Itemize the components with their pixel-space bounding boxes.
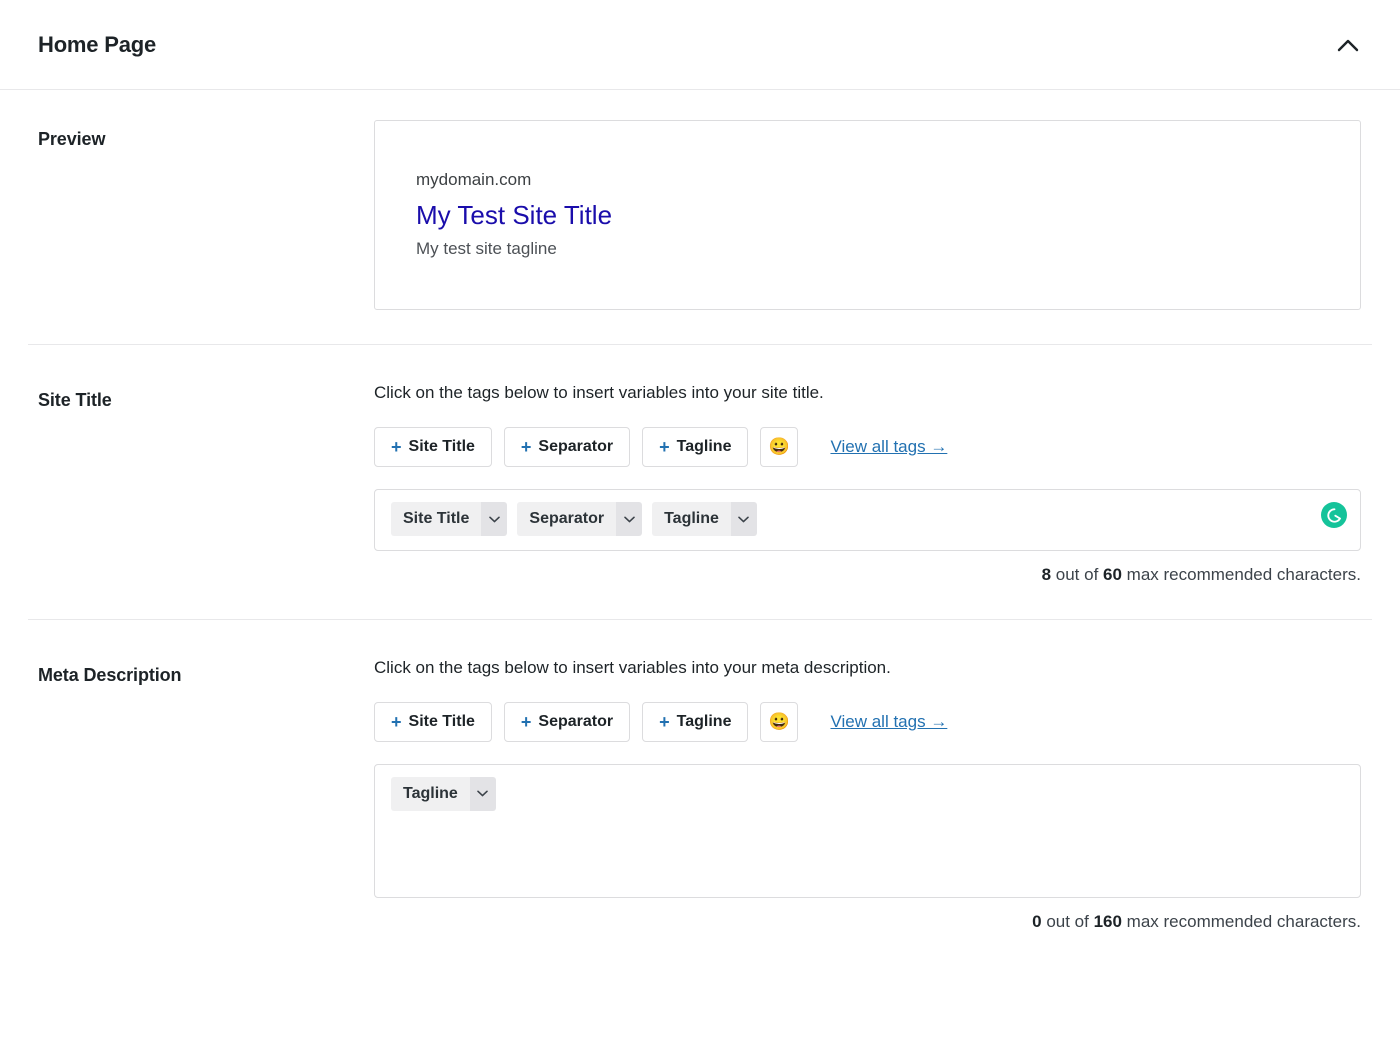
char-count-max: 160: [1094, 912, 1122, 931]
char-count-suffix: max recommended characters.: [1122, 912, 1361, 931]
char-count-max: 60: [1103, 565, 1122, 584]
tag-button-label: Site Title: [409, 438, 475, 456]
char-count-current: 0: [1032, 912, 1041, 931]
chevron-down-icon[interactable]: [731, 502, 757, 536]
page-title: Home Page: [38, 32, 156, 58]
chevron-down-icon[interactable]: [481, 502, 507, 536]
preview-label: Preview: [38, 129, 374, 150]
meta-description-input[interactable]: Tagline: [374, 764, 1361, 898]
insert-tagline-tag-button[interactable]: + Tagline: [642, 702, 748, 742]
grinning-face-emoji-icon[interactable]: 😀: [760, 702, 798, 742]
preview-title[interactable]: My Test Site Title: [416, 199, 1320, 232]
chip-tagline[interactable]: Tagline: [652, 502, 757, 536]
plus-icon: +: [521, 438, 532, 456]
tag-button-label: Separator: [538, 713, 613, 731]
chip-separator[interactable]: Separator: [517, 502, 642, 536]
plus-icon: +: [659, 438, 670, 456]
meta-description-label-column: Meta Description: [28, 656, 374, 932]
meta-description-section: Meta Description Click on the tags below…: [0, 620, 1400, 966]
site-title-label-column: Site Title: [28, 381, 374, 585]
plus-icon: +: [521, 713, 532, 731]
chevron-up-icon: [1337, 38, 1359, 52]
preview-content: mydomain.com My Test Site Title My test …: [374, 120, 1372, 310]
site-title-section: Site Title Click on the tags below to in…: [0, 345, 1400, 619]
collapse-panel-button[interactable]: [1328, 25, 1368, 65]
insert-site-title-tag-button[interactable]: + Site Title: [374, 702, 492, 742]
insert-separator-tag-button[interactable]: + Separator: [504, 702, 630, 742]
plus-icon: +: [391, 713, 402, 731]
meta-description-hint: Click on the tags below to insert variab…: [374, 656, 1372, 680]
preview-description: My test site tagline: [416, 237, 1320, 261]
chip-tagline[interactable]: Tagline: [391, 777, 496, 811]
char-count-current: 8: [1042, 565, 1051, 584]
emoji-glyph: 😀: [769, 712, 790, 732]
site-title-tag-buttons: + Site Title + Separator + Tagline 😀 Vie…: [374, 427, 1372, 467]
view-all-tags-link[interactable]: View all tags →: [830, 437, 947, 457]
site-title-hint: Click on the tags below to insert variab…: [374, 381, 1372, 405]
chevron-down-icon[interactable]: [470, 777, 496, 811]
chip-label: Separator: [517, 502, 616, 536]
view-all-tags-link[interactable]: View all tags →: [830, 712, 947, 732]
tag-button-label: Tagline: [677, 438, 732, 456]
preview-url: mydomain.com: [416, 169, 1320, 192]
tag-button-label: Tagline: [677, 713, 732, 731]
chip-label: Tagline: [391, 777, 470, 811]
plus-icon: +: [659, 713, 670, 731]
panel-header: Home Page: [0, 0, 1400, 90]
site-title-input[interactable]: Site Title Separator: [374, 489, 1361, 551]
site-title-char-counter: 8 out of 60 max recommended characters.: [374, 565, 1361, 585]
plus-icon: +: [391, 438, 402, 456]
insert-separator-tag-button[interactable]: + Separator: [504, 427, 630, 467]
char-count-mid: out of: [1051, 565, 1103, 584]
meta-description-content: Click on the tags below to insert variab…: [374, 656, 1372, 932]
chip-site-title[interactable]: Site Title: [391, 502, 507, 536]
meta-description-tag-buttons: + Site Title + Separator + Tagline 😀 Vie…: [374, 702, 1372, 742]
insert-tagline-tag-button[interactable]: + Tagline: [642, 427, 748, 467]
insert-site-title-tag-button[interactable]: + Site Title: [374, 427, 492, 467]
tag-button-label: Site Title: [409, 713, 475, 731]
chip-label: Site Title: [391, 502, 481, 536]
meta-description-char-counter: 0 out of 160 max recommended characters.: [374, 912, 1361, 932]
site-title-label: Site Title: [38, 390, 374, 411]
chevron-down-icon[interactable]: [616, 502, 642, 536]
meta-description-label: Meta Description: [38, 665, 374, 686]
preview-label-column: Preview: [28, 120, 374, 310]
char-count-suffix: max recommended characters.: [1122, 565, 1361, 584]
site-title-content: Click on the tags below to insert variab…: [374, 381, 1372, 585]
tag-button-label: Separator: [538, 438, 613, 456]
grammarly-icon[interactable]: [1321, 502, 1347, 528]
search-preview-box: mydomain.com My Test Site Title My test …: [374, 120, 1361, 310]
preview-section: Preview mydomain.com My Test Site Title …: [0, 90, 1400, 344]
grinning-face-emoji-icon[interactable]: 😀: [760, 427, 798, 467]
char-count-mid: out of: [1042, 912, 1094, 931]
chip-label: Tagline: [652, 502, 731, 536]
emoji-glyph: 😀: [769, 437, 790, 457]
